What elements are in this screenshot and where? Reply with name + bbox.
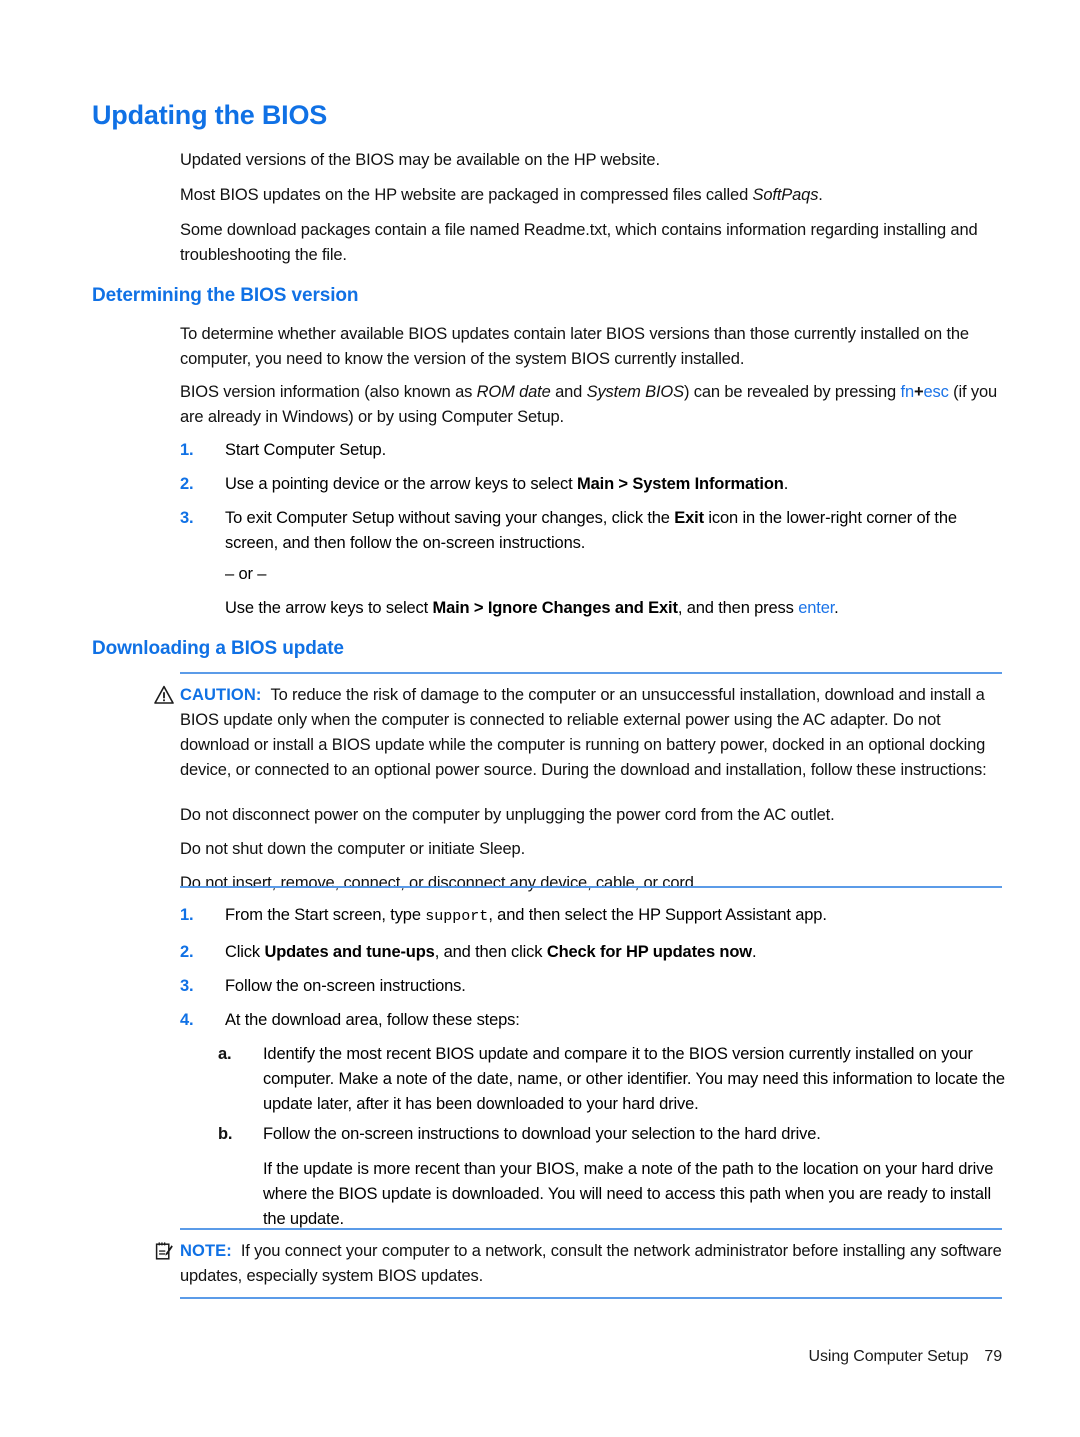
step-marker: 2.	[180, 943, 194, 961]
page-footer: Using Computer Setup 79	[808, 1348, 1003, 1366]
step-3-alt-before: Use the arrow keys to select	[225, 599, 433, 617]
step-3-alt-mid: , and then press	[677, 599, 799, 617]
dl-step-1-after: , and then select the HP Support Assista…	[488, 906, 827, 924]
step-text: At the download area, follow these steps…	[225, 1011, 520, 1029]
determining-step-3-alternate: Use the arrow keys to select Main > Igno…	[180, 596, 1008, 621]
rom-date-term: ROM date	[476, 383, 551, 401]
step-2-before: Use a pointing device or the arrow keys …	[225, 475, 578, 493]
or-divider-row: – or –	[180, 562, 1008, 587]
caution-instruction-1: Do not disconnect power on the computer …	[180, 803, 1002, 828]
downloading-substep-a: a. Identify the most recent BIOS update …	[218, 1042, 1008, 1117]
caution-bottom-rule	[180, 886, 1002, 888]
key-enter: enter	[798, 599, 835, 617]
step-marker: 3.	[180, 509, 194, 527]
softpaqs-term: SoftPaqs	[752, 186, 819, 204]
determining-step-2: 2. Use a pointing device or the arrow ke…	[180, 472, 1008, 497]
dl-step-2-before: Click	[225, 943, 265, 961]
substep-marker: a.	[218, 1045, 232, 1063]
intro-text-2-after: .	[818, 186, 823, 204]
determining-text-1: To determine whether available BIOS upda…	[180, 325, 969, 368]
caution-instruction-text: Do not insert, remove, connect, or disco…	[180, 874, 699, 892]
caution-instruction-3: Do not insert, remove, connect, or disco…	[180, 871, 1002, 896]
caution-block: CAUTION: To reduce the risk of damage to …	[154, 672, 1002, 791]
intro-text-2-before: Most BIOS updates on the HP website are …	[180, 186, 753, 204]
downloading-step-2: 2. Click Updates and tune-ups, and then …	[180, 940, 1008, 965]
step-marker: 1.	[180, 906, 194, 924]
step-marker: 3.	[180, 977, 194, 995]
menu-path-main-ignore-changes-and-exit: Main > Ignore Changes and Exit	[432, 599, 678, 617]
section-heading-downloading: Downloading a BIOS update	[92, 638, 344, 660]
substep-followup-text: If the update is more recent than your B…	[263, 1160, 994, 1228]
intro-text-1: Updated versions of the BIOS may be avai…	[180, 151, 660, 169]
exit-label: Exit	[674, 509, 704, 527]
page-title: Updating the BIOS	[92, 100, 328, 130]
caution-instruction-text: Do not shut down the computer or initiat…	[180, 840, 526, 858]
caution-instruction-text: Do not disconnect power on the computer …	[180, 806, 835, 824]
step-text: To exit Computer Setup without saving yo…	[225, 506, 1008, 556]
substep-text: Identify the most recent BIOS update and…	[263, 1045, 1005, 1113]
downloading-substep-b: b. Follow the on-screen instructions to …	[218, 1122, 1008, 1147]
intro-paragraph-3: Some download packages contain a file na…	[180, 218, 1008, 268]
step-text: Click Updates and tune-ups, and then cli…	[225, 940, 1008, 965]
dl-step-2-mid: , and then click	[434, 943, 547, 961]
caution-content: CAUTION: To reduce the risk of damage to …	[154, 674, 1002, 791]
note-block: NOTE: If you connect your computer to a n…	[155, 1228, 1002, 1299]
bios-version-text-c: ) can be revealed by pressing	[683, 383, 901, 401]
key-fn: fn	[900, 383, 915, 401]
downloading-substep-b-followup: If the update is more recent than your B…	[218, 1157, 1008, 1232]
menu-path-main-system-information: Main > System Information	[577, 475, 784, 493]
step-text: Start Computer Setup.	[225, 441, 387, 459]
bios-version-text-a: BIOS version information (also known as	[180, 383, 477, 401]
step-3-alt-text: Use the arrow keys to select Main > Igno…	[225, 596, 1008, 621]
substep-marker: b.	[218, 1125, 233, 1143]
caution-body-text: To reduce the risk of damage to the comp…	[180, 686, 987, 779]
step-text: From the Start screen, type support, and…	[225, 903, 1008, 929]
support-command: support	[425, 908, 489, 925]
document-page: Updating the BIOS Updated versions of th…	[0, 0, 1080, 1437]
footer-page-number: 79	[984, 1348, 1002, 1365]
system-bios-term: System BIOS	[586, 383, 685, 401]
step-marker: 2.	[180, 475, 194, 493]
note-body-text: If you connect your computer to a networ…	[180, 1242, 1002, 1285]
determining-step-3: 3. To exit Computer Setup without saving…	[180, 506, 1008, 556]
downloading-step-4: 4. At the download area, follow these st…	[180, 1008, 1008, 1033]
downloading-step-3: 3. Follow the on-screen instructions.	[180, 974, 1008, 999]
step-3-before: To exit Computer Setup without saving yo…	[225, 509, 675, 527]
step-marker: 4.	[180, 1011, 194, 1029]
notepad-pencil-icon	[154, 1241, 174, 1261]
note-tag: NOTE:	[180, 1242, 232, 1260]
caution-instruction-2: Do not shut down the computer or initiat…	[180, 837, 1002, 862]
step-text: Use a pointing device or the arrow keys …	[225, 472, 1008, 497]
key-esc: esc	[923, 383, 949, 401]
step-3-alt-after: .	[834, 599, 839, 617]
warning-triangle-icon	[154, 685, 174, 705]
caution-tag: CAUTION:	[180, 686, 262, 704]
note-content: NOTE: If you connect your computer to a n…	[155, 1230, 1002, 1297]
or-divider-text: – or –	[225, 565, 267, 583]
footer-section-label: Using Computer Setup	[808, 1348, 969, 1365]
intro-paragraph-1: Updated versions of the BIOS may be avai…	[180, 148, 1005, 173]
intro-text-3: Some download packages contain a file na…	[180, 221, 978, 264]
bios-version-text-b: and	[550, 383, 587, 401]
substep-text: Follow the on-screen instructions to dow…	[263, 1125, 821, 1143]
dl-step-2-after: .	[751, 943, 757, 961]
step-2-after: .	[783, 475, 789, 493]
determining-paragraph-2: BIOS version information (also known as …	[180, 380, 1008, 430]
updates-and-tune-ups-label: Updates and tune-ups	[264, 943, 435, 961]
downloading-step-1: 1. From the Start screen, type support, …	[180, 903, 1008, 929]
section-heading-determining: Determining the BIOS version	[92, 285, 359, 307]
step-text: Follow the on-screen instructions.	[225, 977, 466, 995]
intro-paragraph-2: Most BIOS updates on the HP website are …	[180, 183, 1005, 208]
downloading-heading-text: Downloading a BIOS update	[92, 638, 344, 659]
check-for-hp-updates-now-label: Check for HP updates now	[546, 943, 752, 961]
determining-heading-text: Determining the BIOS version	[92, 285, 359, 306]
determining-paragraph-1: To determine whether available BIOS upda…	[180, 322, 1008, 372]
step-marker: 1.	[180, 441, 194, 459]
determining-step-1: 1. Start Computer Setup.	[180, 438, 1008, 463]
note-bottom-rule	[180, 1297, 1002, 1299]
dl-step-1-before: From the Start screen, type	[225, 906, 426, 924]
